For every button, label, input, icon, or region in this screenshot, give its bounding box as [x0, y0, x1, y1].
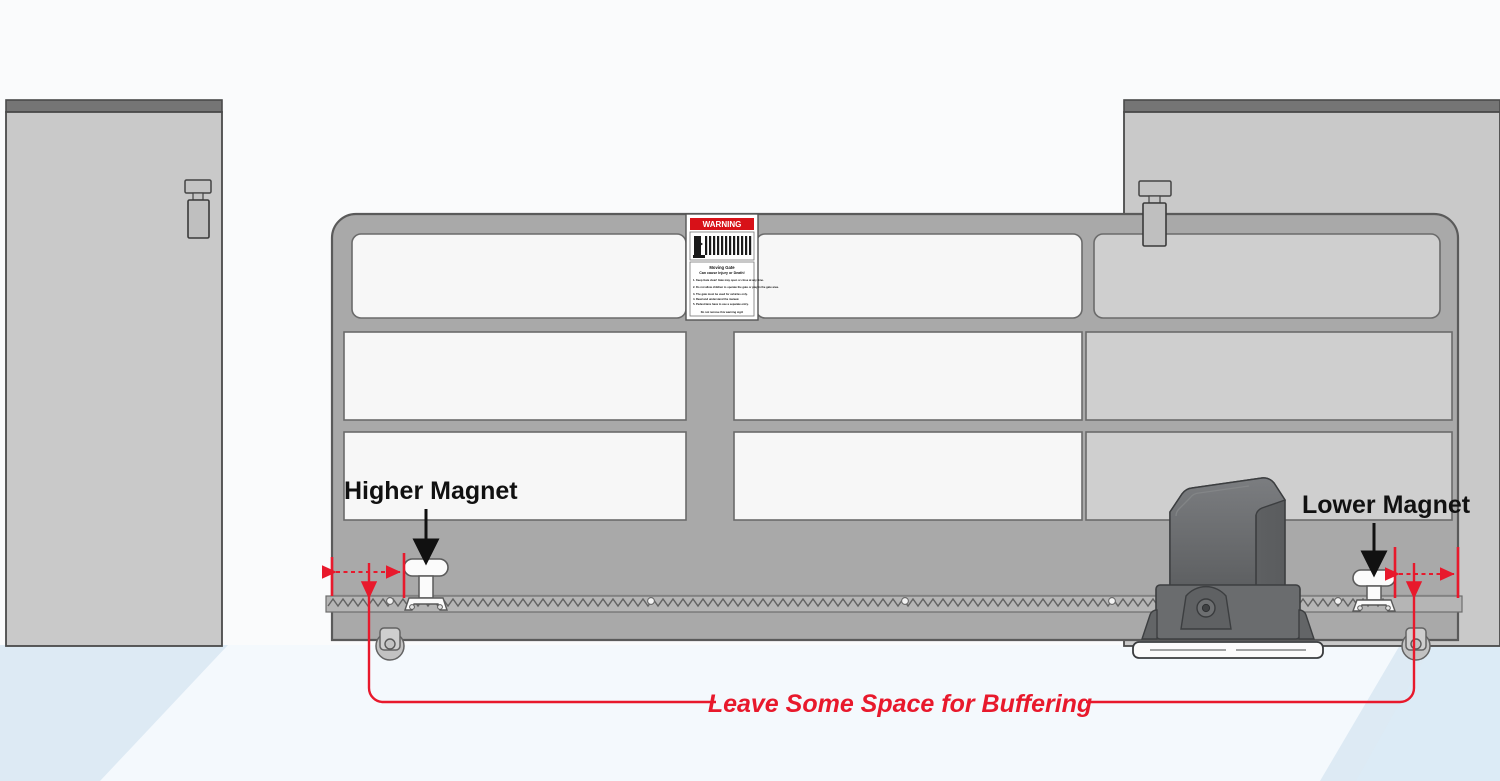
warning-footer: Do not remove this warning sign! — [701, 310, 744, 314]
photo-eye-sensor-right — [1138, 180, 1172, 247]
buffer-caption: Leave Some Space for Buffering — [708, 690, 1092, 718]
gate-panel — [343, 331, 687, 421]
diagram-canvas: WARNING Moving Gate Can cause Injury or … — [0, 0, 1500, 781]
photo-eye-sensor-left — [184, 179, 212, 239]
warning-bullet: 5. Pedestrians have to use a separate en… — [693, 302, 749, 306]
gate-panel — [755, 233, 1083, 319]
gate-panel — [733, 331, 1083, 421]
warning-header: WARNING — [703, 220, 742, 229]
sliding-gate-leaf — [330, 212, 1460, 642]
warning-bullet: 2. Do not allow children to operate the … — [693, 285, 779, 289]
lower-magnet-label: Lower Magnet — [1302, 491, 1471, 519]
gate-roller-right — [1401, 627, 1431, 661]
gate-panel — [1085, 331, 1453, 421]
gate-panel — [343, 431, 687, 521]
warning-title-2: Can cause Injury or Death! — [699, 271, 745, 275]
warning-bullet: 3. The gate must be used for vehicles on… — [693, 292, 748, 296]
gate-panel — [351, 233, 687, 319]
warning-title-1: Moving Gate — [709, 265, 735, 270]
warning-bullet: 1. Keep Gate clear! Gate may open or clo… — [693, 278, 764, 282]
higher-magnet-label: Higher Magnet — [344, 477, 518, 505]
gate-panel — [733, 431, 1083, 521]
warning-bullet: 4. Read and understand the manual. — [693, 297, 739, 301]
gate-roller-left — [375, 627, 405, 661]
